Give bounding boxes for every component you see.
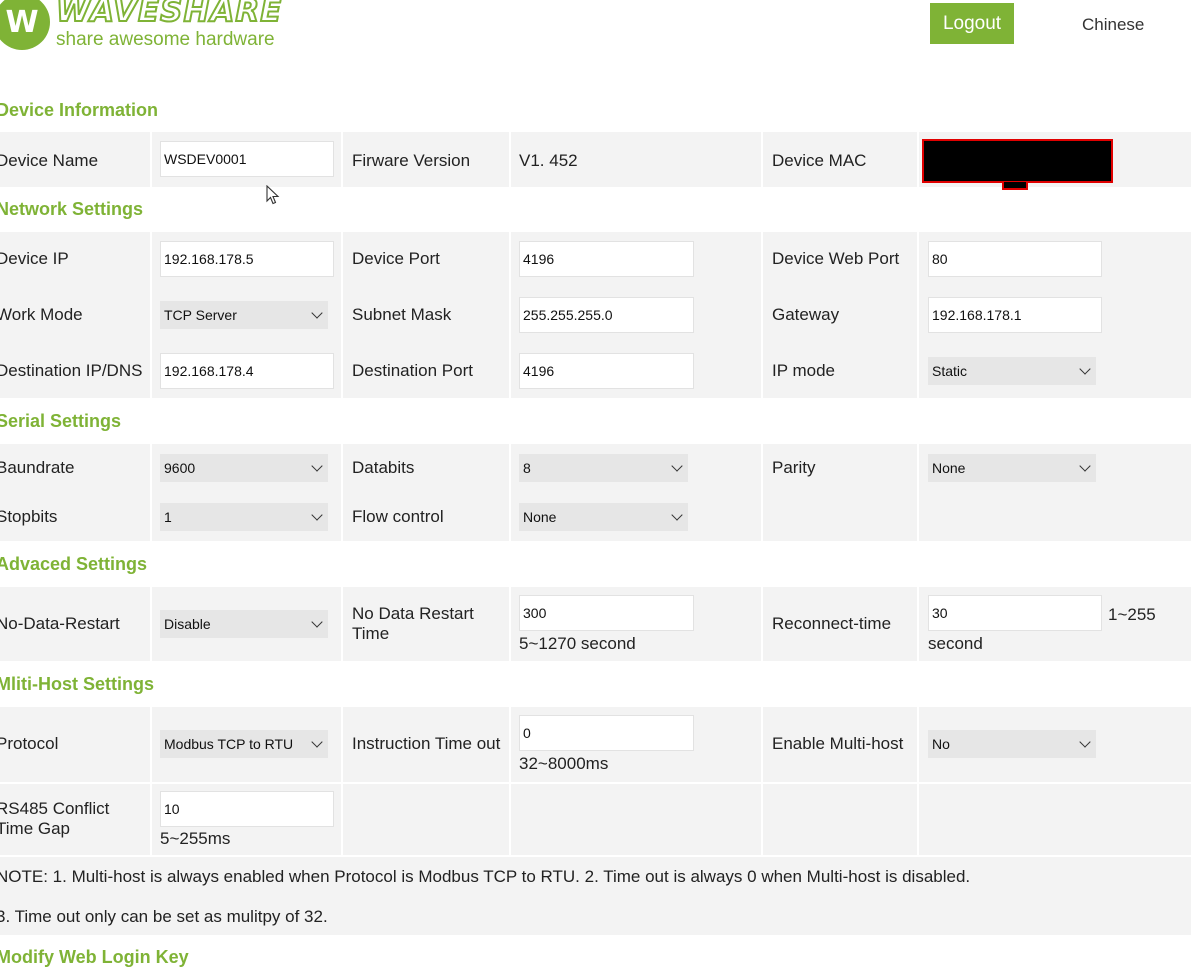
enable-multi-host-value: No — [932, 736, 950, 752]
restart-time-hint: 5~1270 second — [519, 634, 636, 653]
chevron-down-icon — [311, 616, 323, 628]
mouse-cursor-icon — [266, 185, 280, 205]
parity-value: None — [932, 460, 966, 476]
flow-control-label: Flow control — [352, 507, 444, 526]
protocol-label: Protocol — [0, 734, 59, 753]
multi-host-note-1: NOTE: 1. Multi-host is always enabled wh… — [0, 867, 971, 886]
device-web-port-input[interactable] — [928, 241, 1102, 277]
section-title-serial-settings: Serial Settings — [0, 411, 122, 431]
baudrate-value: 9600 — [164, 460, 196, 476]
gateway-input[interactable] — [928, 297, 1102, 333]
device-name-input[interactable] — [160, 141, 334, 177]
device-mac-label: Device MAC — [772, 151, 867, 170]
reconnect-time-label: Reconnect-time — [772, 614, 892, 633]
ip-mode-value: Static — [932, 363, 968, 379]
subnet-mask-label: Subnet Mask — [352, 305, 452, 324]
logo-tagline: share awesome hardware — [56, 29, 275, 50]
databits-value: 8 — [523, 460, 531, 476]
stopbits-label: Stopbits — [0, 507, 58, 526]
chevron-down-icon — [1079, 460, 1091, 472]
device-web-port-label: Device Web Port — [772, 249, 900, 268]
section-title-advanced-settings: Advaced Settings — [0, 554, 148, 574]
multi-host-note-2: 3. Time out only can be set as mulitpy o… — [0, 907, 328, 926]
chevron-down-icon — [311, 509, 323, 521]
no-data-restart-select[interactable]: Disable — [160, 610, 328, 638]
chevron-down-icon — [1079, 363, 1091, 375]
baudrate-select[interactable]: 9600 — [160, 454, 328, 482]
section-title-modify-web-login-key: Modify Web Login Key — [0, 947, 189, 967]
restart-time-label-line2: Time — [352, 624, 390, 643]
conflict-gap-label-line2: Time Gap — [0, 819, 71, 838]
chevron-down-icon — [671, 509, 683, 521]
waveshare-logo: W WAVESHARE share awesome hardware — [0, 0, 282, 50]
chevron-down-icon — [671, 460, 683, 472]
config-page: W WAVESHARE share awesome hardware Logou… — [0, 0, 1191, 970]
waveshare-logo-icon: W — [0, 0, 50, 50]
conflict-gap-label-line1: RS485 Conflict — [0, 799, 110, 818]
device-port-label: Device Port — [352, 249, 440, 268]
device-mac-redaction — [922, 139, 1113, 183]
firmware-version-value: V1. 452 — [519, 151, 578, 170]
protocol-value: Modbus TCP to RTU — [164, 736, 294, 752]
flow-control-value: None — [523, 509, 557, 525]
conflict-gap-input[interactable] — [160, 791, 334, 827]
logo-name: WAVESHARE — [55, 0, 283, 29]
chevron-down-icon — [311, 460, 323, 472]
enable-multi-host-select[interactable]: No — [928, 730, 1096, 758]
flow-control-select[interactable]: None — [519, 503, 688, 531]
destination-ip-input[interactable] — [160, 353, 334, 389]
section-title-network-settings: Network Settings — [0, 199, 144, 219]
section-title-device-information: Device Information — [0, 100, 159, 120]
destination-port-label: Destination Port — [352, 361, 473, 380]
device-ip-input[interactable] — [160, 241, 334, 277]
device-mac-redaction-tab — [1002, 182, 1028, 190]
chevron-down-icon — [311, 736, 323, 748]
firmware-version-label: Firware Version — [352, 151, 471, 170]
work-mode-select[interactable]: TCP Server — [160, 301, 328, 329]
restart-time-input[interactable] — [519, 595, 694, 631]
network-settings-table: Device IP Device Port Device Web Port Wo… — [0, 232, 1191, 399]
device-port-input[interactable] — [519, 241, 694, 277]
chevron-down-icon — [311, 307, 323, 319]
destination-port-input[interactable] — [519, 353, 694, 389]
destination-ip-label: Destination IP/DNS — [0, 361, 143, 380]
work-mode-label: Work Mode — [0, 305, 83, 324]
reconnect-time-input[interactable] — [928, 595, 1102, 631]
ip-mode-select[interactable]: Static — [928, 357, 1096, 385]
chevron-down-icon — [1079, 736, 1091, 748]
no-data-restart-label: No-Data-Restart — [0, 614, 120, 633]
device-ip-label: Device IP — [0, 249, 69, 268]
parity-select[interactable]: None — [928, 454, 1096, 482]
parity-label: Parity — [772, 458, 816, 477]
work-mode-value: TCP Server — [164, 307, 237, 323]
device-name-label: Device Name — [0, 151, 99, 170]
enable-multi-host-label: Enable Multi-host — [772, 734, 904, 753]
instruction-timeout-input[interactable] — [519, 715, 694, 751]
language-link-chinese[interactable]: Chinese — [1082, 15, 1144, 35]
protocol-select[interactable]: Modbus TCP to RTU — [160, 730, 328, 758]
logout-button[interactable]: Logout — [930, 3, 1014, 44]
gateway-label: Gateway — [772, 305, 840, 324]
databits-select[interactable]: 8 — [519, 454, 688, 482]
subnet-mask-input[interactable] — [519, 297, 694, 333]
stopbits-value: 1 — [164, 509, 172, 525]
stopbits-select[interactable]: 1 — [160, 503, 328, 531]
conflict-gap-hint: 5~255ms — [160, 829, 231, 848]
reconnect-time-hint-unit: second — [928, 634, 983, 653]
section-title-multi-host-settings: Mliti-Host Settings — [0, 674, 154, 694]
no-data-restart-value: Disable — [164, 616, 211, 632]
ip-mode-label: IP mode — [772, 361, 836, 380]
advanced-settings-table: No-Data-Restart Disable No Data Restart … — [0, 587, 1191, 662]
serial-settings-table: Baundrate 9600 Databits 8 Parity None St… — [0, 444, 1191, 542]
baudrate-label: Baundrate — [0, 458, 75, 477]
reconnect-time-hint-range: 1~255 — [1108, 605, 1156, 624]
instruction-timeout-hint: 32~8000ms — [519, 754, 609, 773]
multi-host-settings-table: Protocol Modbus TCP to RTU Instruction T… — [0, 707, 1191, 936]
instruction-timeout-label: Instruction Time out — [352, 734, 501, 753]
databits-label: Databits — [352, 458, 415, 477]
restart-time-label-line1: No Data Restart — [352, 604, 474, 623]
